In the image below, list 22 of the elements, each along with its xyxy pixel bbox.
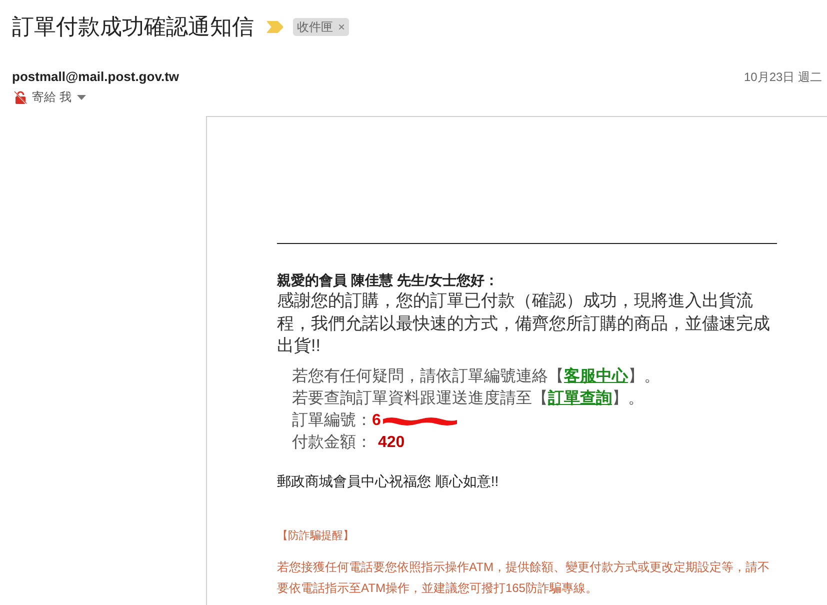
label-chip[interactable]: 收件匣 × bbox=[293, 18, 350, 36]
intro-paragraph: 感謝您的訂購，您的訂單已付款（確認）成功，現將進入出貨流程，我們允諾以最快速的方式，備齊您所訂購的商品，並儘速完成出貨!! bbox=[277, 290, 771, 357]
field-value: 6 bbox=[372, 411, 381, 431]
link[interactable]: 訂單查詢 bbox=[548, 390, 612, 407]
recipient-text: 寄給 我 bbox=[32, 90, 72, 104]
link[interactable]: 客服中心 bbox=[564, 368, 628, 385]
closing-text: 郵政商城會員中心祝福您 順心如意!! bbox=[277, 472, 500, 491]
email-date: 10月23日 週二 bbox=[744, 70, 822, 84]
info-sentence: 若您有任何疑問，請依訂單編號連絡【客服中心】。 bbox=[292, 366, 661, 387]
fraud-notice-text: 若您接獲任何電話要您依照指示操作ATM，提供餘額、變更付款方式或更改定期設定等，請不要依電話指示至ATM操作，並建議您可撥打165防詐騙專線。 bbox=[277, 558, 770, 596]
field-label: 訂單編號： bbox=[292, 410, 372, 431]
label-name: 收件匣 bbox=[297, 19, 333, 36]
field-value: 420 bbox=[378, 433, 405, 453]
remove-label-button[interactable]: × bbox=[338, 18, 346, 36]
fraud-notice-title: 【防詐騙提醒】 bbox=[277, 528, 355, 544]
email-subject: 訂單付款成功確認通知信 bbox=[12, 13, 254, 41]
sender-address: postmall@mail.post.gov.tw bbox=[12, 70, 180, 84]
importance-marker-icon[interactable] bbox=[267, 21, 283, 33]
caret-icon[interactable] bbox=[77, 94, 86, 100]
field-label: 付款金額： bbox=[292, 432, 372, 453]
info-sentence: 若要查詢訂單資料跟運送進度請至【訂單查詢】。 bbox=[292, 388, 645, 409]
greeting-text: 親愛的會員 陳佳慧 先生/女士您好： bbox=[277, 271, 500, 290]
